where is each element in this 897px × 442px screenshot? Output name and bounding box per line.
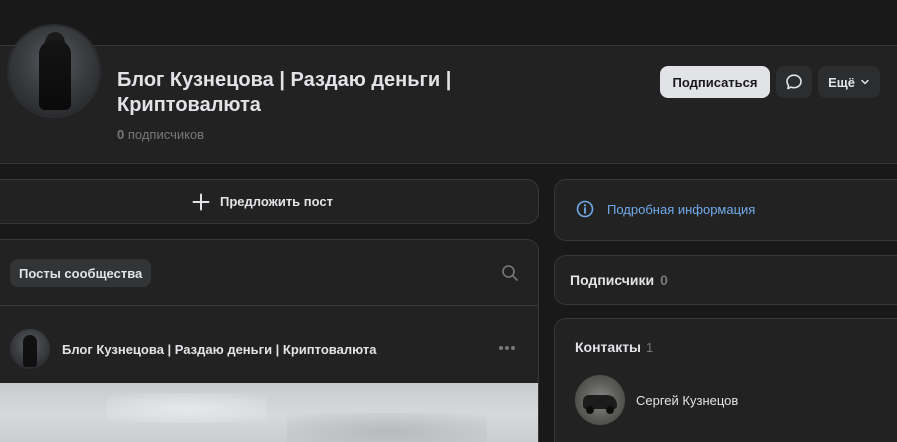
more-horizontal-icon[interactable] <box>497 341 517 355</box>
subscribers-card[interactable]: Подписчики 0 <box>554 255 897 305</box>
contact-name[interactable]: Сергей Кузнецов <box>636 393 738 408</box>
more-button-label: Ещё <box>828 74 855 90</box>
subscribers-summary-label: подписчиков <box>127 127 205 142</box>
subscribers-summary-count: 0 <box>117 127 125 142</box>
post-avatar-person <box>23 335 37 367</box>
avatar-person <box>39 40 71 110</box>
suggest-post-button[interactable]: Предложить пост <box>0 180 538 223</box>
subscribers-summary[interactable]: 0 подписчиков <box>117 127 204 142</box>
message-icon <box>786 74 802 90</box>
contact-item[interactable]: Сергей Кузнецов <box>575 375 738 425</box>
contacts-count: 1 <box>646 340 654 355</box>
info-icon <box>576 200 594 218</box>
subscribers-header: Подписчики 0 <box>570 272 668 288</box>
divider <box>0 305 538 306</box>
plus-icon <box>192 193 210 210</box>
post-image-detail <box>287 413 487 442</box>
subscribers-title: Подписчики <box>570 272 655 288</box>
detailed-info-label: Подробная информация <box>607 201 756 217</box>
post-image-detail <box>107 393 267 423</box>
posts-card: Посты сообщества Блог Кузнецова | Раздаю… <box>0 239 539 442</box>
contacts-card: Контакты 1 Сергей Кузнецов <box>554 318 897 442</box>
suggest-post-card: Предложить пост <box>0 179 539 224</box>
contact-avatar-wheel <box>606 406 614 414</box>
post-author-name[interactable]: Блог Кузнецова | Раздаю деньги | Криптов… <box>62 342 376 357</box>
post-image[interactable] <box>0 383 538 442</box>
contacts-title: Контакты <box>575 339 642 355</box>
detailed-info-link[interactable]: Подробная информация <box>575 199 755 219</box>
post-author-avatar[interactable] <box>10 329 50 369</box>
subscribers-count: 0 <box>660 272 668 288</box>
suggest-post-label: Предложить пост <box>219 194 334 209</box>
page-title: Блог Кузнецова | Раздаю деньги | Криптов… <box>117 69 452 116</box>
message-button[interactable] <box>776 66 812 98</box>
contacts-header[interactable]: Контакты 1 <box>575 339 653 355</box>
community-avatar[interactable] <box>7 24 101 118</box>
tab-community-posts[interactable]: Посты сообщества <box>10 259 152 287</box>
contact-avatar-wheel <box>586 406 594 414</box>
info-card: Подробная информация <box>554 179 897 241</box>
subscribe-button[interactable]: Подписаться <box>660 66 770 98</box>
more-button[interactable]: Ещё <box>818 66 880 98</box>
contact-avatar[interactable] <box>575 375 625 425</box>
search-icon[interactable] <box>501 264 519 282</box>
chevron-down-icon <box>861 79 869 85</box>
